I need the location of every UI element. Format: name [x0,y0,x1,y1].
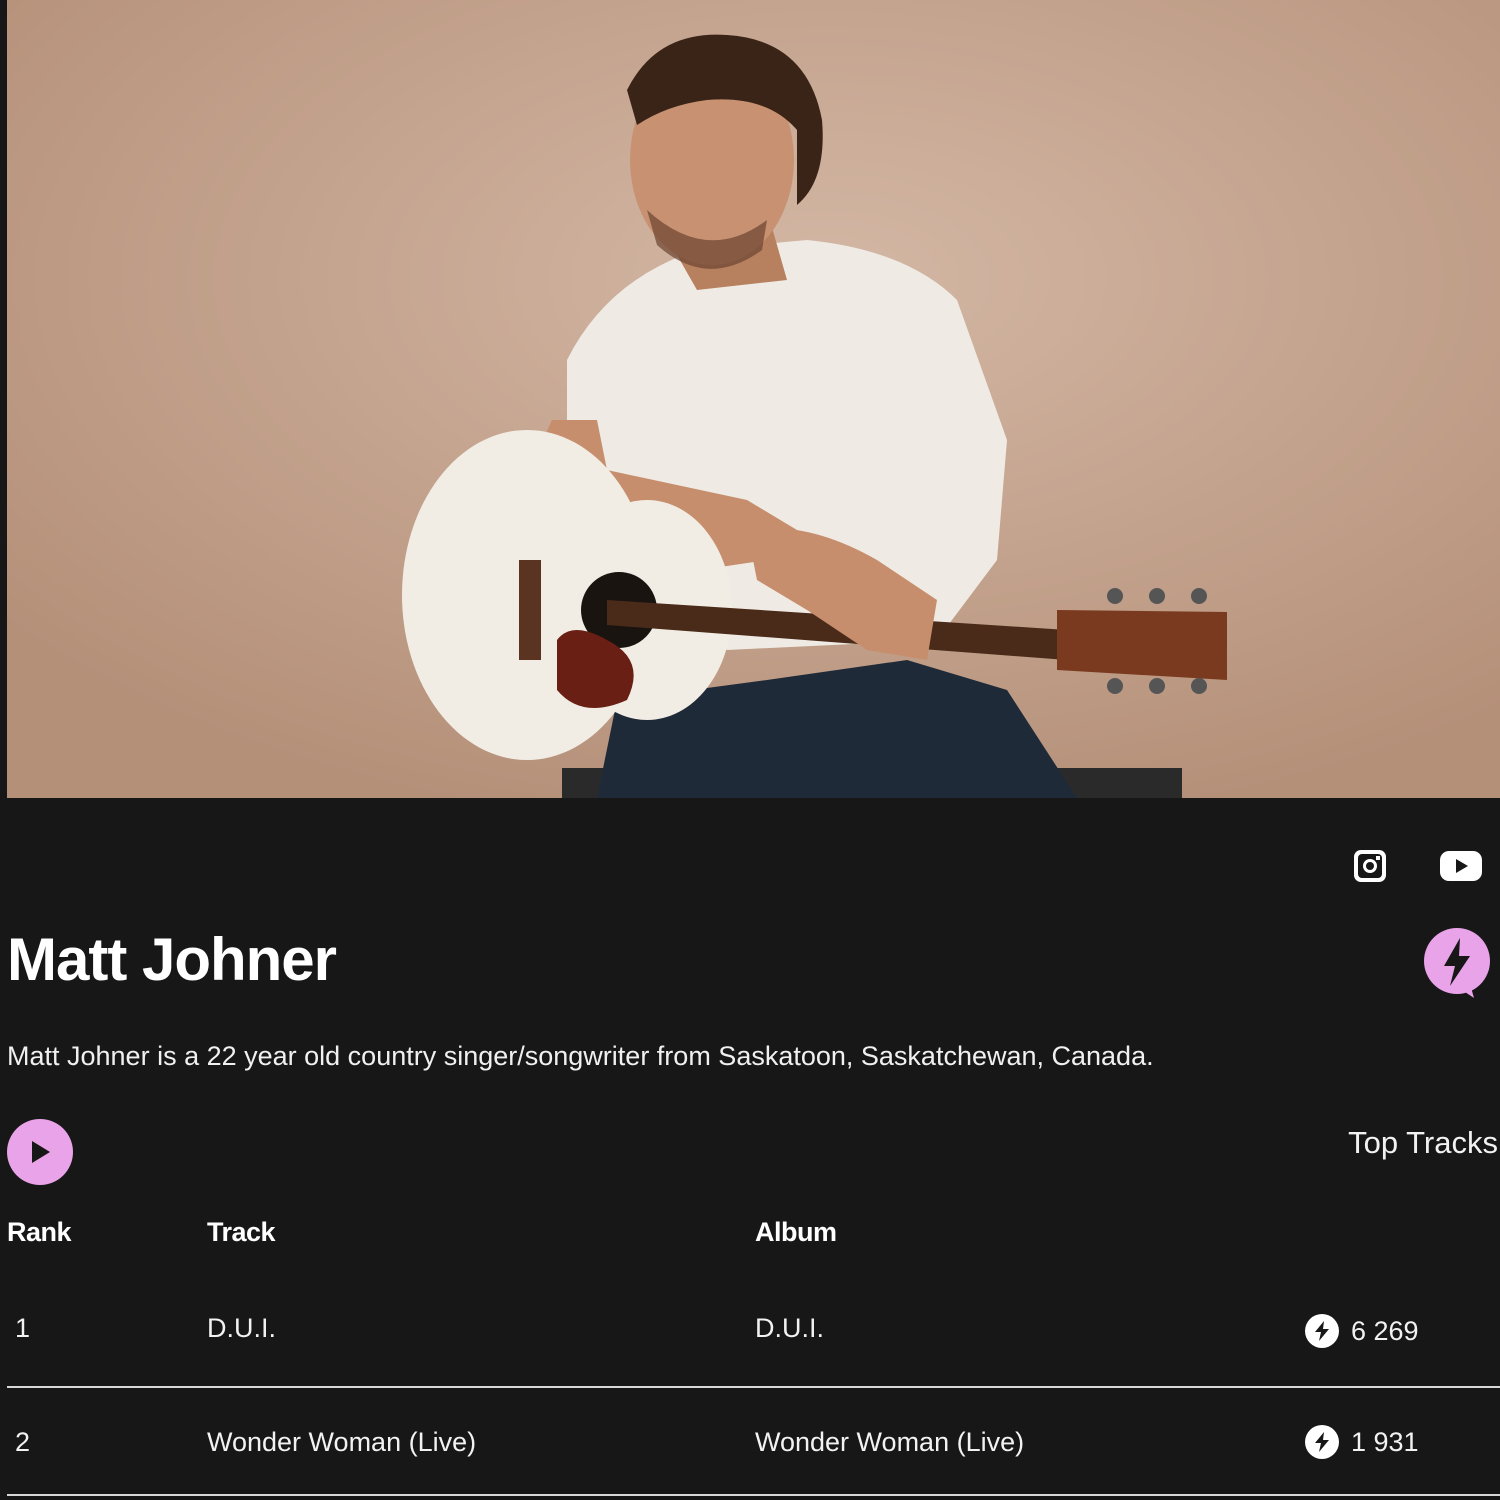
track-album[interactable]: Wonder Woman (Live) [755,1422,1024,1462]
table-row[interactable]: 2 Wonder Woman (Live) Wonder Woman (Live… [7,1388,1500,1496]
track-title[interactable]: D.U.I. [207,1308,276,1348]
track-title[interactable]: Wonder Woman (Live) [207,1422,476,1462]
track-album[interactable]: D.U.I. [755,1308,824,1348]
social-links [1300,846,1500,886]
track-rank: 1 [15,1313,31,1343]
artist-bio: Matt Johner is a 22 year old country sin… [7,1041,1154,1071]
instagram-icon[interactable] [1350,846,1390,886]
column-header-track: Track [207,1217,276,1247]
row-divider [7,1494,1500,1496]
column-header-album: Album [755,1217,837,1247]
play-count: 1 931 [1351,1427,1419,1457]
artist-photo [7,0,1500,798]
lightning-icon [1305,1425,1339,1459]
artist-name: Matt Johner [7,926,337,993]
track-rank: 2 [15,1427,31,1457]
track-plays: 6 269 [1305,1311,1419,1351]
top-tracks-title: Top Tracks [1348,1125,1498,1160]
column-header-rank: Rank [7,1217,72,1247]
table-row[interactable]: 1 D.U.I. D.U.I. 6 269 [7,1280,1500,1388]
play-button[interactable] [7,1119,73,1185]
track-plays: 1 931 [1305,1422,1419,1462]
lightning-bubble-icon[interactable] [1422,928,1492,1000]
youtube-icon[interactable] [1438,846,1484,886]
lightning-icon [1305,1314,1339,1348]
play-count: 6 269 [1351,1316,1419,1346]
play-icon [32,1141,50,1163]
